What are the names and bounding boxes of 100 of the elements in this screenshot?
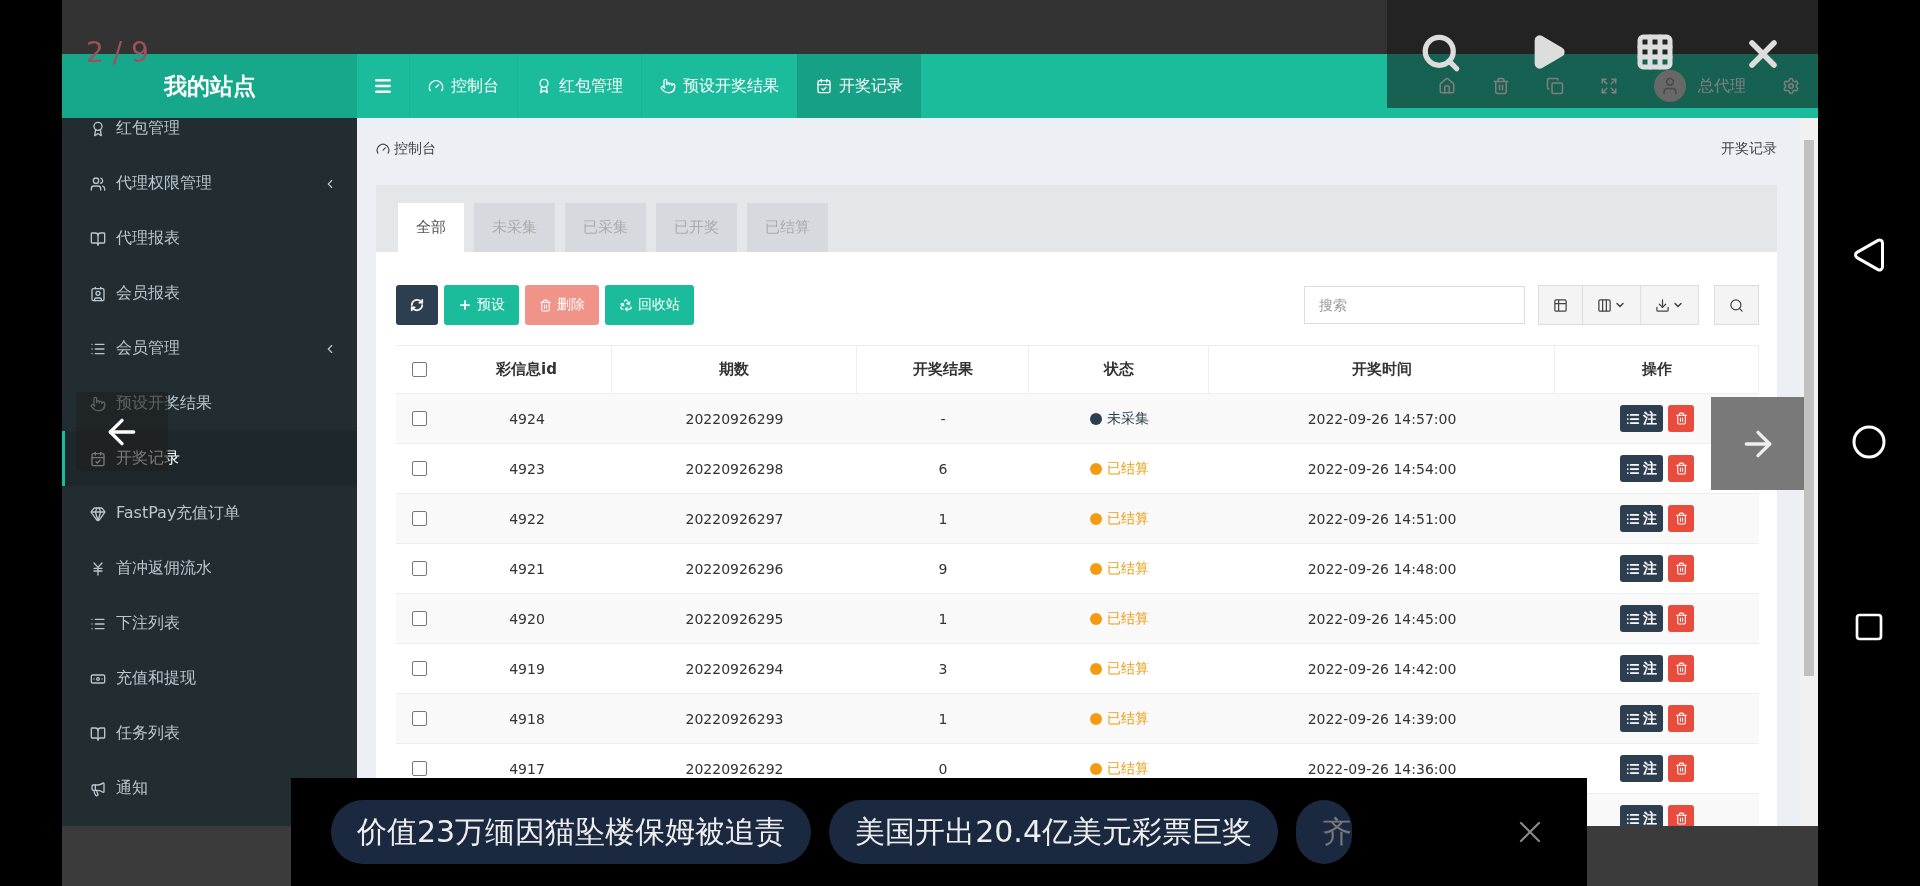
delete-row-button[interactable] [1668,755,1694,782]
news-chip[interactable]: 价值23万缅因猫坠楼保姆被追责 [331,800,812,864]
back-icon[interactable] [1851,237,1887,273]
table-cell: 4919 [509,660,545,677]
table-cell: 20220926298 [685,460,784,477]
table-cell: 20220926299 [685,410,784,427]
breadcrumb-link[interactable]: 控制台 [376,140,436,158]
table-cell: 2022-09-26 14:39:00 [1307,710,1457,727]
trash-icon [1674,462,1688,475]
table-view-button[interactable] [1538,285,1583,325]
sidebar-item[interactable]: 红包管理 [62,118,200,156]
list-icon [1626,711,1640,726]
bets-button[interactable]: 注 [1620,755,1663,782]
recycle-icon [619,298,633,312]
search-button[interactable] [1714,285,1759,325]
select-all-checkbox[interactable] [411,362,427,377]
sidebar-item[interactable]: 下注列表 [62,596,200,651]
sidebar-item[interactable]: 会员管理 [62,321,357,376]
diamond-icon [90,505,106,522]
delete-row-button[interactable] [1668,455,1694,482]
row-checkbox[interactable] [411,761,427,776]
plus-icon [458,298,472,312]
bets-button[interactable]: 注 [1620,605,1663,632]
bets-button[interactable]: 注 [1620,455,1663,482]
scrollbar-thumb[interactable] [1804,140,1814,676]
menu-icon [373,76,393,96]
columns-button[interactable] [1582,285,1641,325]
delete-row-button[interactable] [1668,705,1694,732]
sidebar-item[interactable]: 任务列表 [62,706,200,761]
table-cell: 4921 [509,560,545,577]
refresh-button[interactable] [396,285,438,325]
delete-row-button[interactable] [1668,605,1694,632]
search-field[interactable]: 搜索 [1304,286,1525,324]
bets-button[interactable]: 注 [1620,805,1663,826]
table-cell: 2022-09-26 14:36:00 [1307,760,1457,777]
delete-row-button[interactable] [1668,555,1694,582]
delete-row-button[interactable] [1668,505,1694,532]
delete-row-button[interactable] [1668,405,1694,432]
download-icon [1655,297,1670,313]
table-cell: 2022-09-26 14:42:00 [1307,660,1457,677]
columns-icon [1597,297,1612,313]
delete-row-button[interactable] [1668,655,1694,682]
sidebar-item[interactable]: 预设开奖结果 [62,376,232,431]
medal-icon [536,78,552,94]
row-checkbox[interactable] [411,411,427,426]
gauge-icon [428,78,444,94]
status-text: 未采集 [1106,409,1149,428]
status-text: 已结算 [1106,509,1149,528]
trash-icon [1674,562,1688,575]
sidebar-item[interactable]: 代理权限管理 [62,156,357,211]
bets-button[interactable]: 注 [1620,705,1663,732]
sidebar-item[interactable]: 代理报表 [62,211,200,266]
row-checkbox[interactable] [411,661,427,676]
status-text: 已结算 [1106,709,1149,728]
list-icon [1626,761,1640,776]
table-cell: 2022-09-26 14:57:00 [1307,410,1457,427]
recents-icon[interactable] [1853,611,1885,643]
news-chip[interactable]: 美国开出20.4亿美元彩票巨奖 [829,800,1278,864]
table-cell: 4918 [509,710,545,727]
sidebar-item[interactable]: 通知 [62,761,168,816]
export-button[interactable] [1640,285,1699,325]
sidebar-item[interactable]: 充值和提现 [62,651,216,706]
table-cell: 4923 [509,460,545,477]
sidebar-item[interactable]: 会员报表 [62,266,200,321]
sidebar-item[interactable]: FastPay充值订单 [62,486,261,541]
bets-button[interactable]: 注 [1620,405,1663,432]
status-text: 已结算 [1106,759,1149,778]
sidebar-item[interactable]: 首冲返佣流水 [62,541,232,596]
bets-button[interactable]: 注 [1620,655,1663,682]
trash-icon [1674,812,1688,825]
table-cell: 2022-09-26 14:48:00 [1307,560,1457,577]
trash-icon [1674,712,1688,725]
book-icon [90,230,106,247]
table-cell: - [940,410,946,427]
row-checkbox[interactable] [411,511,427,526]
bets-button[interactable]: 注 [1620,555,1663,582]
trash-icon [1674,612,1688,625]
home-icon[interactable] [1851,424,1887,460]
bets-button[interactable]: 注 [1620,505,1663,532]
row-checkbox[interactable] [411,611,427,626]
row-checkbox[interactable] [411,461,427,476]
sidebar-item[interactable]: 开奖记录 [62,431,357,486]
list-icon [1626,511,1640,526]
trash-icon [1674,412,1688,425]
refresh-icon [410,298,424,312]
table-cell: 4920 [509,610,545,627]
filter-tab[interactable]: 全部 [398,203,464,252]
table-cell: 6 [938,460,948,477]
list-icon [1626,461,1640,476]
status-text: 已结算 [1106,559,1149,578]
table-cell: 1 [938,710,948,727]
table-cell: 1 [938,510,948,527]
next-button[interactable] [1711,397,1804,490]
delete-row-button[interactable] [1668,805,1694,826]
row-checkbox[interactable] [411,711,427,726]
calendar-icon [90,450,106,467]
status-text: 已结算 [1106,659,1149,678]
hand-icon [660,78,676,94]
trash-icon [539,298,552,312]
row-checkbox[interactable] [411,561,427,576]
